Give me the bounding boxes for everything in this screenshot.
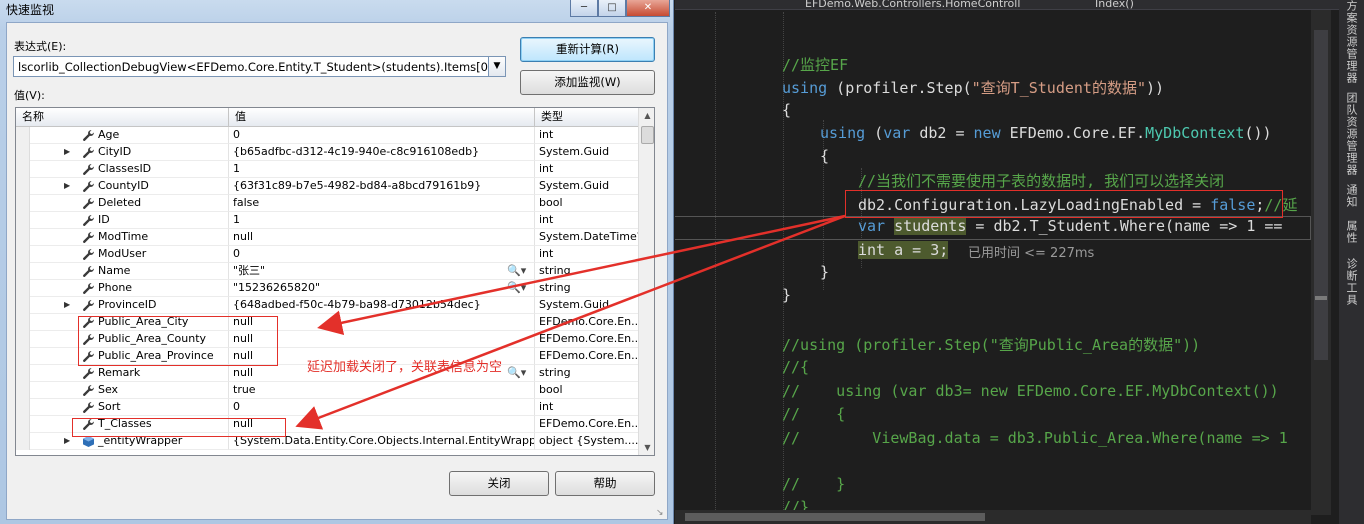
arrow-to-t-classes	[295, 214, 846, 430]
arrow-to-public-area	[317, 214, 846, 336]
annotation-arrows	[295, 214, 846, 430]
